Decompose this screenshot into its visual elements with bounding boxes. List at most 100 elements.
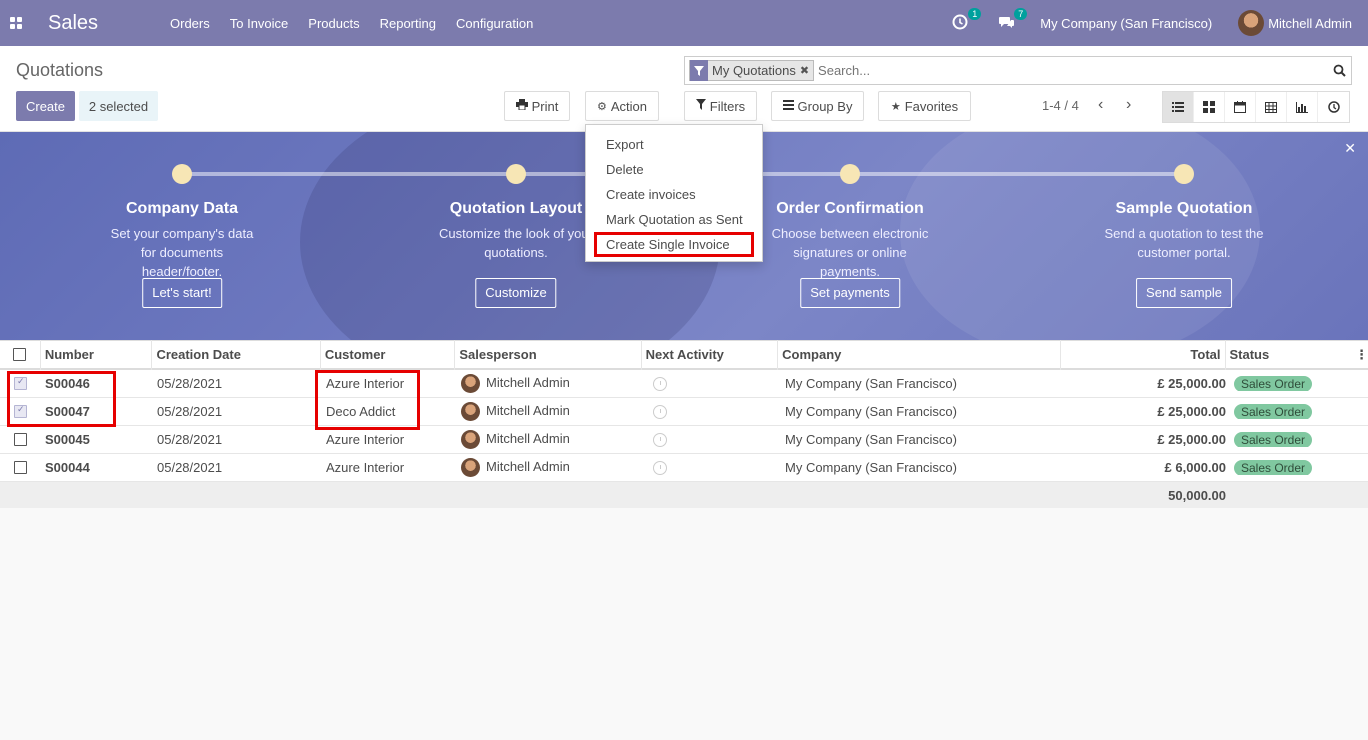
column-number[interactable]: Number <box>41 339 153 370</box>
row-total: £ 6,000.00 <box>1164 460 1226 475</box>
activity-view-icon[interactable] <box>1318 92 1349 122</box>
printer-icon <box>515 99 528 113</box>
column-total[interactable]: Total <box>1061 339 1226 370</box>
filters-label: Filters <box>709 98 746 114</box>
pager-next-icon[interactable]: › <box>1126 96 1131 114</box>
salesperson-avatar <box>461 458 480 477</box>
step-dot <box>840 164 860 184</box>
action-delete[interactable]: Delete <box>586 157 762 182</box>
menu-configuration[interactable]: Configuration <box>446 16 543 31</box>
column-status[interactable]: Status <box>1226 340 1364 370</box>
apps-menu-icon[interactable] <box>0 0 32 46</box>
app-name[interactable]: Sales <box>48 12 156 35</box>
company-switcher[interactable]: My Company (San Francisco) <box>1040 16 1212 31</box>
search-icon[interactable] <box>1327 64 1351 77</box>
table-row[interactable]: S00046 05/28/2021 Azure Interior Mitchel… <box>0 370 1368 398</box>
action-create-invoices[interactable]: Create invoices <box>586 182 762 207</box>
salesperson-avatar <box>461 374 480 393</box>
select-all-cell <box>0 339 41 370</box>
activity-clock-icon[interactable] <box>653 377 667 392</box>
row-status: Sales Order <box>1230 432 1368 447</box>
row-select-cell <box>0 433 41 446</box>
row-company: My Company (San Francisco) <box>785 376 957 391</box>
send-sample-button[interactable]: Send sample <box>1136 278 1232 308</box>
row-activity <box>644 404 781 420</box>
row-activity <box>644 460 781 476</box>
column-creation-date[interactable]: Creation Date <box>152 339 321 370</box>
select-all-checkbox[interactable] <box>13 347 27 361</box>
menu-reporting[interactable]: Reporting <box>370 16 446 31</box>
column-next-activity[interactable]: Next Activity <box>642 339 779 370</box>
salesperson-avatar <box>461 402 480 421</box>
favorites-button[interactable]: ★ Favorites <box>878 91 971 121</box>
step-description: Set your company's data for documents he… <box>110 226 254 279</box>
salesperson-name: Mitchell Admin <box>486 374 570 390</box>
filter-icon <box>690 60 708 81</box>
customize-button[interactable]: Customize <box>475 278 557 308</box>
row-company: My Company (San Francisco) <box>785 404 957 419</box>
main-menu: Orders To Invoice Products Reporting Con… <box>160 16 543 31</box>
column-company[interactable]: Company <box>778 339 1062 370</box>
row-status: Sales Order <box>1230 460 1368 475</box>
print-label: Print <box>531 98 559 114</box>
navbar-systray: 1 7 My Company (San Francisco) Mitchell … <box>952 0 1368 46</box>
menu-products[interactable]: Products <box>298 16 369 31</box>
calendar-view-icon[interactable] <box>1225 92 1256 122</box>
salesperson-name: Mitchell Admin <box>486 458 570 474</box>
pager-value[interactable]: 1-4 / 4 <box>1042 98 1079 113</box>
table-row[interactable]: S00045 05/28/2021 Azure Interior Mitchel… <box>0 426 1368 454</box>
create-button[interactable]: Create <box>16 91 75 121</box>
column-customer[interactable]: Customer <box>321 339 456 370</box>
activity-clock-icon[interactable] <box>653 433 667 448</box>
column-salesperson[interactable]: Salesperson <box>455 339 642 370</box>
grand-total: 50,000.00 <box>1168 487 1226 503</box>
page-title: Quotations <box>16 60 104 80</box>
lets-start-button[interactable]: Let's start! <box>142 278 222 308</box>
step-title: Company Data <box>125 200 239 217</box>
group-by-button[interactable]: Group By <box>771 91 864 121</box>
activity-clock-icon[interactable] <box>653 405 667 420</box>
graph-view-icon[interactable] <box>1287 92 1318 122</box>
pivot-view-icon[interactable] <box>1256 92 1287 122</box>
row-checkbox[interactable] <box>14 433 27 446</box>
row-total: £ 25,000.00 <box>1157 432 1226 447</box>
status-badge: Sales Order <box>1234 376 1313 391</box>
step-description: Choose between electronic signatures or … <box>771 226 929 279</box>
group-by-label: Group By <box>797 98 853 114</box>
salesperson-name: Mitchell Admin <box>486 402 570 418</box>
search-input[interactable] <box>818 58 1327 83</box>
messages-chat-icon[interactable]: 7 <box>998 8 1028 32</box>
action-mark-quotation-sent[interactable]: Mark Quotation as Sent <box>586 207 762 232</box>
salesperson-avatar <box>461 430 480 449</box>
pager-previous-icon[interactable]: ‹ <box>1098 96 1103 114</box>
row-activity <box>644 432 781 448</box>
row-company: My Company (San Francisco) <box>785 432 957 447</box>
activity-badge: 1 <box>968 8 982 20</box>
row-checkbox[interactable] <box>14 461 27 474</box>
step-dot <box>506 164 526 184</box>
action-button[interactable]: ⚙ Action <box>585 91 659 121</box>
filters-button[interactable]: Filters <box>684 91 757 121</box>
set-payments-button[interactable]: Set payments <box>800 278 900 308</box>
row-number: S00045 <box>45 432 90 447</box>
list-bars-icon <box>782 99 794 113</box>
action-create-single-invoice[interactable]: Create Single Invoice <box>594 232 754 257</box>
row-total: £ 25,000.00 <box>1157 376 1226 391</box>
status-badge: Sales Order <box>1234 404 1313 419</box>
row-number: S00044 <box>45 460 90 475</box>
menu-to-invoice[interactable]: To Invoice <box>220 16 299 31</box>
table-row[interactable]: S00044 05/28/2021 Azure Interior Mitchel… <box>0 454 1368 482</box>
activity-clock-icon[interactable]: 1 <box>952 8 982 32</box>
highlight-selected-customers <box>315 370 420 430</box>
activity-clock-icon[interactable] <box>653 461 667 476</box>
kanban-view-icon[interactable] <box>1194 92 1225 122</box>
salesperson-name: Mitchell Admin <box>486 430 570 446</box>
menu-orders[interactable]: Orders <box>160 16 220 31</box>
table-row[interactable]: S00047 05/28/2021 Deco Addict Mitchell A… <box>0 398 1368 426</box>
list-view-icon[interactable] <box>1163 92 1194 122</box>
close-icon[interactable]: ✕ <box>1344 140 1356 157</box>
user-menu[interactable]: Mitchell Admin <box>1238 10 1352 36</box>
facet-remove-icon[interactable]: ✖ <box>800 64 813 77</box>
print-button[interactable]: Print <box>504 91 570 121</box>
action-export[interactable]: Export <box>586 132 762 157</box>
